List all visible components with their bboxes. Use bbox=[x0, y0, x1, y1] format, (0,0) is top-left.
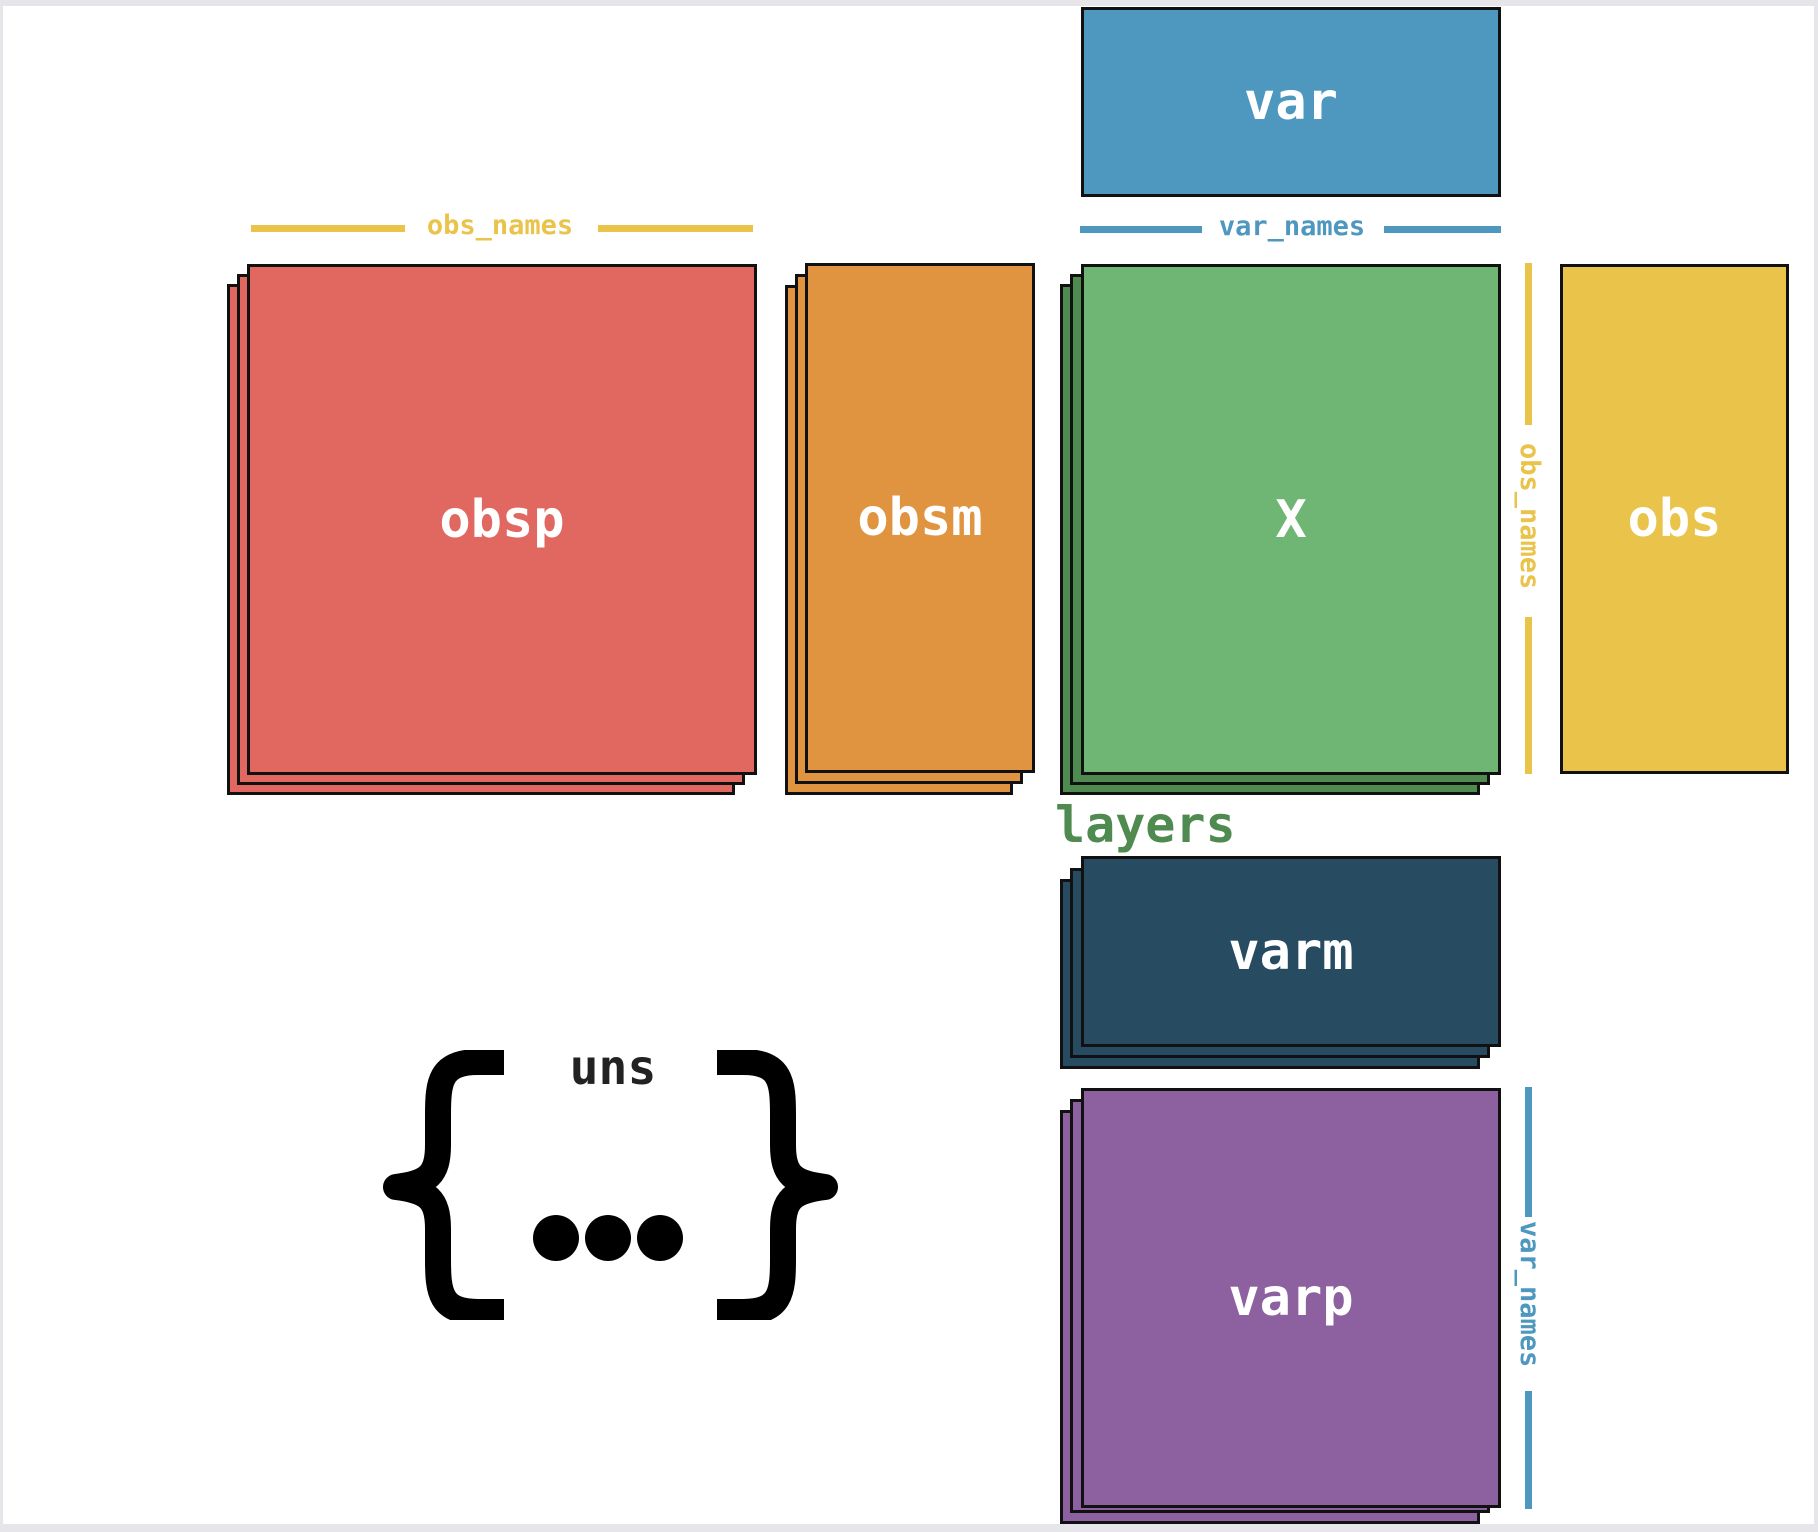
ellipsis-icon bbox=[533, 1215, 683, 1261]
varm-block-stack: varm bbox=[1060, 856, 1501, 1069]
varm-block-label: varm bbox=[1228, 921, 1354, 982]
var-names-side-label: var_names bbox=[1514, 1221, 1545, 1368]
var-block: var bbox=[1081, 7, 1501, 197]
top-border bbox=[0, 0, 1818, 6]
varm-block: varm bbox=[1081, 856, 1501, 1047]
varp-block-label: varp bbox=[1228, 1268, 1354, 1328]
var-names-top-label: var_names bbox=[1218, 211, 1366, 242]
layers-label: layers bbox=[1055, 796, 1236, 854]
obs-names-top-label: obs_names bbox=[426, 210, 574, 241]
obs-names-top-line-left bbox=[251, 225, 405, 232]
x-block-label: X bbox=[1275, 489, 1307, 550]
var-names-top-line-right bbox=[1384, 226, 1501, 233]
uns-group: uns bbox=[378, 1040, 848, 1320]
var-names-top-line-left bbox=[1080, 226, 1202, 233]
obs-names-side-line-bottom bbox=[1525, 617, 1532, 774]
obsp-block: obsp bbox=[247, 264, 757, 775]
obsm-block-label: obsm bbox=[857, 488, 983, 548]
var-names-side-line-bottom bbox=[1525, 1391, 1532, 1509]
bottom-border bbox=[0, 1524, 1818, 1532]
obsp-block-stack: obsp bbox=[227, 264, 757, 795]
x-block-stack: X bbox=[1060, 264, 1501, 795]
obs-block-group: obs bbox=[1560, 264, 1789, 774]
uns-label: uns bbox=[569, 1040, 657, 1096]
var-names-side-line-top bbox=[1525, 1087, 1532, 1217]
obs-names-top-line-right bbox=[598, 225, 753, 232]
x-block: X bbox=[1081, 264, 1501, 775]
var-block-label: var bbox=[1244, 72, 1338, 132]
right-brace-icon bbox=[717, 1050, 838, 1320]
obs-names-side-line-top bbox=[1525, 263, 1532, 425]
obs-names-side-label: obs_names bbox=[1514, 443, 1545, 590]
varp-block: varp bbox=[1081, 1088, 1501, 1508]
obsm-block-stack: obsm bbox=[785, 263, 1035, 795]
obsm-block: obsm bbox=[805, 263, 1035, 773]
left-border bbox=[0, 0, 3, 1532]
obsp-block-label: obsp bbox=[439, 489, 565, 550]
right-border bbox=[1814, 0, 1818, 1532]
var-block-group: var bbox=[1081, 7, 1501, 197]
left-brace-icon bbox=[383, 1050, 504, 1320]
varp-block-stack: varp bbox=[1060, 1088, 1501, 1524]
obs-block-label: obs bbox=[1627, 489, 1722, 549]
obs-block: obs bbox=[1560, 264, 1789, 774]
